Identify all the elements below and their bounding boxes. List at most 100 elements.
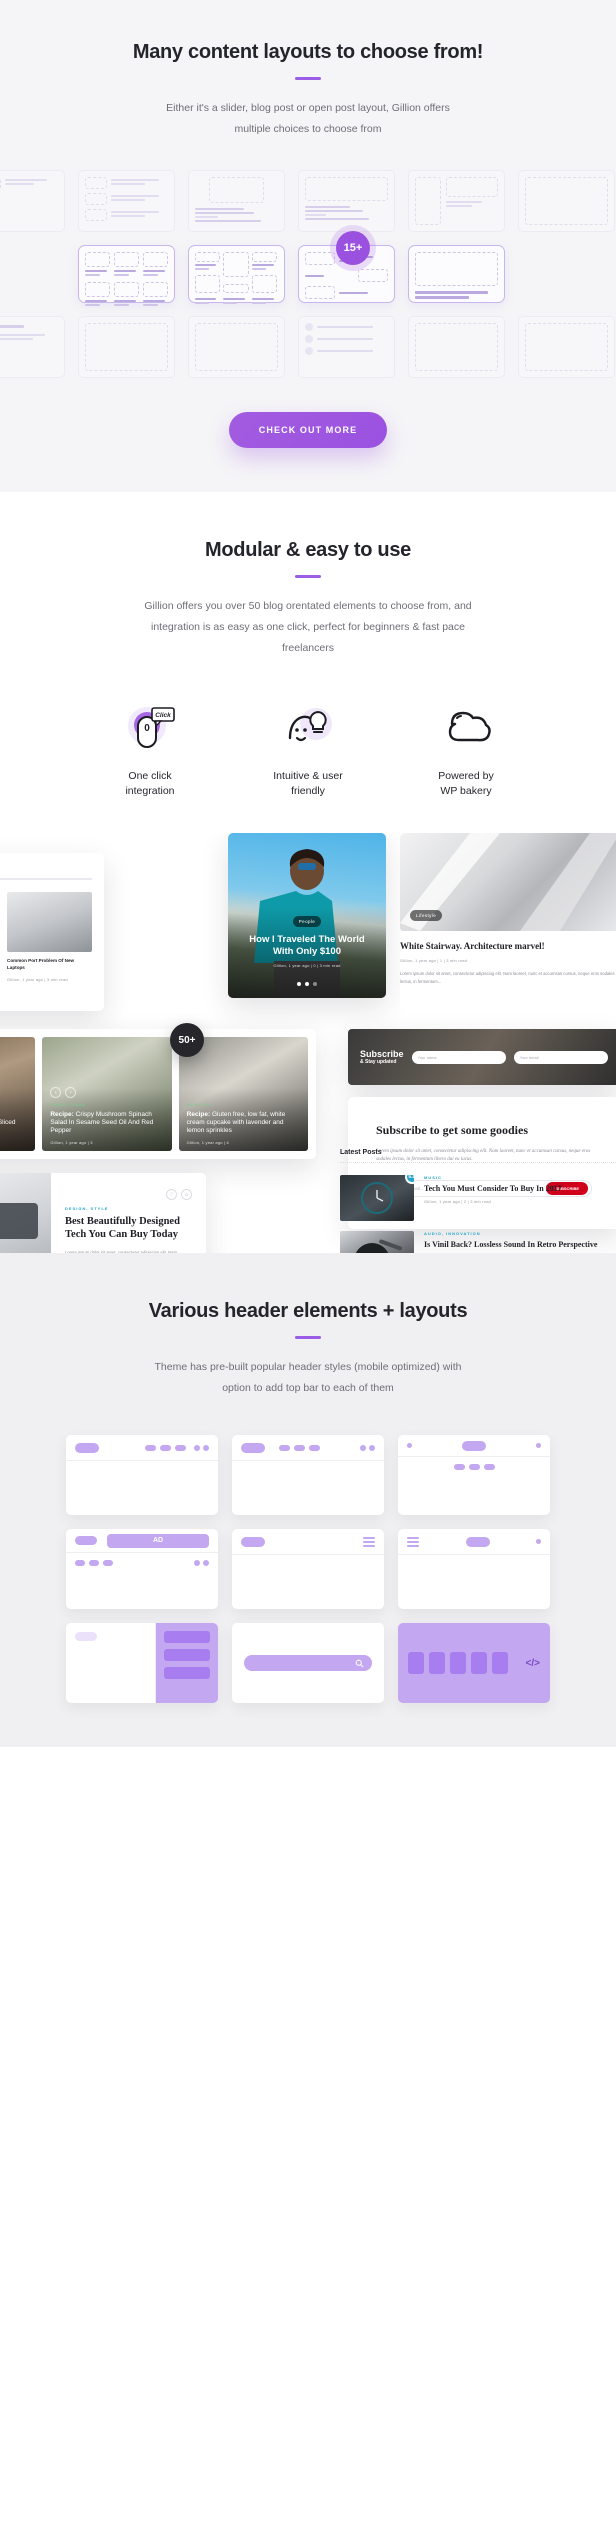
icon-placeholder	[203, 1444, 209, 1451]
header-style-sidebar-left[interactable]	[66, 1623, 218, 1704]
logo-placeholder	[75, 1536, 97, 1546]
recipes-grid-card[interactable]: GREAT MEAL Pocket: Always Add Freshly Sl…	[0, 1029, 316, 1160]
sidebar-panel[interactable]	[156, 1623, 218, 1704]
stairway-post-card[interactable]: Lifestyle White Stairway. Architecture m…	[400, 833, 616, 1010]
gadget-post-item[interactable]: Common Port Problem Of New Laptops Gilli…	[7, 892, 92, 982]
layout-card-preview[interactable]	[187, 170, 285, 232]
menu-item-placeholder	[483, 1464, 495, 1471]
menu-item-placeholder	[89, 1560, 99, 1567]
header-style-logo-left-menu-right[interactable]	[66, 1435, 218, 1516]
page-title: Many content layouts to choose from!	[132, 41, 484, 63]
icon-placeholder	[194, 1444, 200, 1451]
modular-section: Modular & easy to use Gillion offers you…	[0, 492, 616, 1254]
layout-card-preview[interactable]	[187, 245, 285, 304]
layout-card-preview[interactable]	[187, 316, 285, 378]
slider-post-category[interactable]: People	[292, 915, 322, 927]
features-row: 0 Click One click integration Intuitive …	[0, 701, 616, 799]
feature-label-line2: integration	[125, 785, 175, 798]
hamburger-menu-icon[interactable]	[363, 1536, 375, 1548]
menu-item-placeholder	[175, 1444, 186, 1451]
recipe-meta: Gillion, 1 year ago | 6	[186, 1140, 229, 1146]
header-bar	[398, 1435, 550, 1458]
header-bar	[232, 1529, 384, 1556]
recipe-card[interactable]: GREAT MEAL Pocket: Always Add Freshly Sl…	[0, 1037, 36, 1152]
header-style-logo-left-menu-center[interactable]	[232, 1435, 384, 1516]
featured-slider-card[interactable]: People How I Traveled The World With Onl…	[228, 833, 386, 999]
gadgets-widget-card[interactable]: GADGETS Smart Watches That Will Want You…	[0, 853, 104, 1012]
subscribe-email-input[interactable]: Your email	[513, 1050, 609, 1064]
layout-card-preview[interactable]	[517, 316, 615, 378]
feature-label: One click integration	[90, 769, 210, 799]
check-out-more-button[interactable]: CHECK OUT MORE	[228, 412, 388, 448]
slider-dot[interactable]	[297, 982, 301, 987]
svg-text:Click: Click	[155, 712, 171, 719]
layout-card-preview[interactable]	[517, 170, 615, 232]
layout-card-preview[interactable]	[407, 170, 505, 232]
mega-menu-block	[492, 1652, 508, 1675]
layout-card-preview[interactable]	[77, 316, 175, 378]
layouts-count-badge: 15+	[336, 231, 370, 265]
header-bar: AD	[66, 1529, 218, 1554]
latest-posts-header: Latest Posts	[340, 1149, 616, 1164]
face-lightbulb-icon	[248, 701, 368, 759]
header-style-mega-menu[interactable]: </>	[398, 1623, 550, 1704]
mega-menu-block	[429, 1652, 445, 1675]
latest-post-item[interactable]: AUDIO, INNOVATION Is Vinil Back? Lossles…	[340, 1231, 616, 1254]
headers-subtitle: Theme has pre-built popular header style…	[118, 1357, 498, 1399]
layout-card-preview[interactable]	[297, 316, 395, 378]
featured-post-card[interactable]: ♡ ⌂ DESIGN, STYLE Best Beautifully Desig…	[0, 1173, 206, 1254]
subscribe-name-input[interactable]: Your name	[411, 1050, 506, 1064]
layout-card-preview[interactable]	[297, 170, 395, 232]
recipe-card[interactable]: ‹ › GREAT MEAL Recipe: Crispy Mushroom S…	[42, 1037, 172, 1152]
featured-post-title: Best Beautifully Designed Tech You Can B…	[65, 1216, 180, 1241]
latest-posts-widget: Latest Posts 6.8 MUSIC Tech You Must Con…	[340, 1149, 616, 1254]
layout-card-preview[interactable]	[407, 316, 505, 378]
header-style-logo-center-menu-below[interactable]	[398, 1435, 550, 1516]
slider-dots[interactable]	[228, 982, 386, 987]
title-divider	[295, 1336, 321, 1340]
featured-post-like-icon[interactable]: ♡	[166, 1189, 177, 1201]
slider-post-meta: Gillion, 1 year ago | 0 | 3 min read	[273, 963, 341, 969]
search-input[interactable]	[244, 1655, 372, 1672]
ad-banner[interactable]: AD	[107, 1533, 209, 1548]
hamburger-menu-icon[interactable]	[407, 1536, 419, 1548]
feature-powered-by-wp-bakery: Powered by WP bakery	[406, 701, 526, 799]
header-style-burger-left-logo-center[interactable]	[398, 1529, 550, 1610]
stairway-post-meta: Gillion, 1 year ago | 1 | 3 min read	[400, 958, 468, 964]
layout-card-preview[interactable]	[77, 245, 175, 306]
header-bar	[232, 1435, 384, 1462]
featured-post-category: DESIGN, STYLE	[65, 1206, 109, 1212]
header-style-search-bar[interactable]	[232, 1623, 384, 1704]
feature-label-line1: Intuitive & user	[273, 770, 343, 782]
layout-card-preview[interactable]	[0, 316, 65, 378]
feature-one-click-integration: 0 Click One click integration	[90, 701, 210, 799]
demo-collage: GADGETS Smart Watches That Will Want You…	[0, 833, 616, 1254]
layout-card-preview[interactable]	[0, 170, 65, 232]
latest-post-item[interactable]: 6.8 MUSIC Tech You Must Consider To Buy …	[340, 1175, 616, 1222]
latest-post-title: Tech You Must Consider To Buy In 2017	[424, 1184, 562, 1194]
recipe-next-icon[interactable]: ›	[65, 1087, 77, 1099]
featured-post-bookmark-icon[interactable]: ⌂	[181, 1189, 192, 1201]
header-styles-grid: AD </>	[0, 1435, 616, 1704]
header-style-logo-left-burger-right[interactable]	[232, 1529, 384, 1610]
stairway-post-excerpt: Lorem ipsum dolor sit amet, consectetur …	[400, 971, 615, 984]
subscribe-email-placeholder: Your email	[519, 1054, 539, 1060]
stairway-post-category[interactable]: Lifestyle	[410, 910, 443, 922]
latest-post-category: MUSIC	[424, 1175, 442, 1181]
icon-placeholder	[369, 1444, 375, 1451]
sidebar-block	[164, 1667, 210, 1680]
subscribe-strip-title: Subscribe	[360, 1048, 404, 1059]
subscribe-strip[interactable]: Subscribe & Stay updated Your name Your …	[348, 1029, 616, 1086]
layout-card-preview[interactable]	[407, 245, 505, 303]
layout-card-preview[interactable]	[77, 170, 175, 232]
recipe-prev-icon[interactable]: ‹	[50, 1087, 62, 1099]
slider-post-title: How I Traveled The World With Only $100	[249, 933, 365, 957]
recipe-card[interactable]: HEALTHY Recipe: Gluten free, low fat, wh…	[178, 1037, 308, 1152]
mega-menu-block	[408, 1652, 424, 1675]
header-style-with-ad-banner[interactable]: AD	[66, 1529, 218, 1610]
latest-post-category: AUDIO, INNOVATION	[424, 1231, 481, 1237]
subtitle-line-1: Theme has pre-built popular header style…	[154, 1361, 462, 1374]
slider-dot[interactable]	[305, 982, 309, 987]
slider-dot[interactable]	[313, 982, 317, 987]
modular-subtitle: Gillion offers you over 50 blog orentate…	[118, 596, 498, 659]
